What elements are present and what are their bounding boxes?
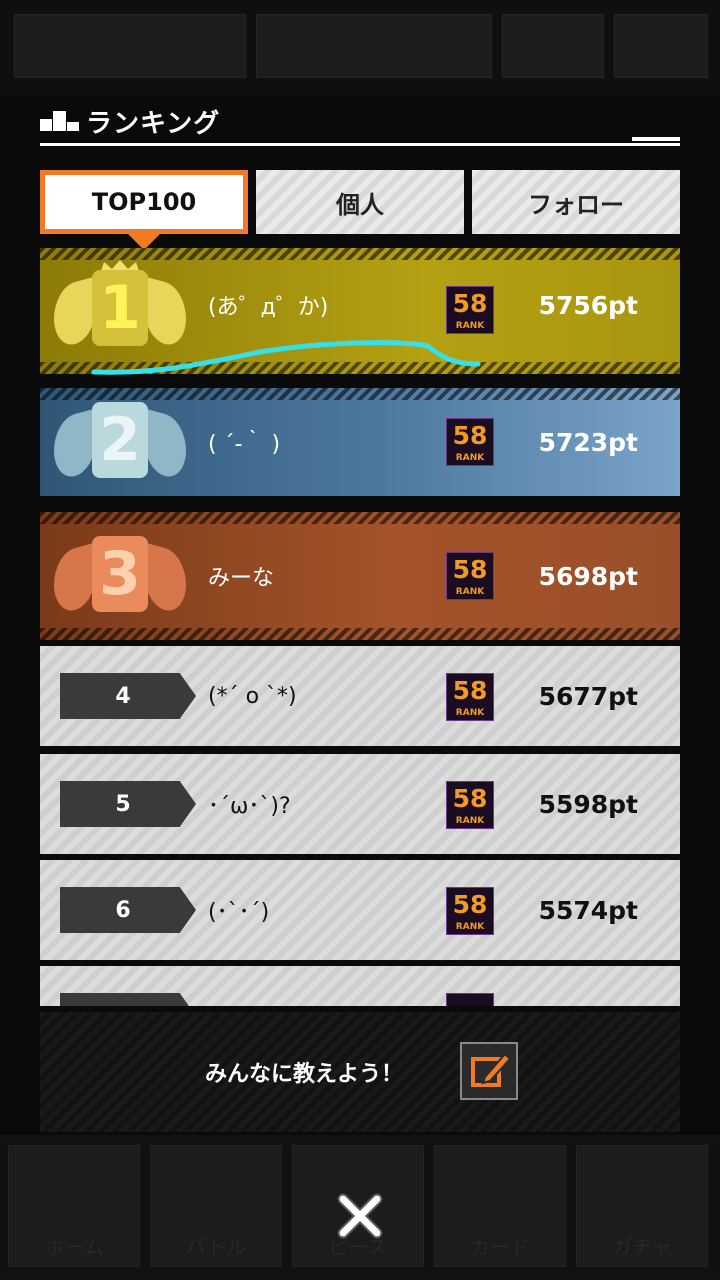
player-name: みーな (208, 566, 275, 591)
bg-status-block (14, 14, 246, 78)
player-points: 5598pt (538, 789, 638, 819)
bg-nav-item: バトル (150, 1145, 282, 1267)
player-rank-badge: 58 RANK (446, 418, 494, 466)
player-name: (･`･´) (208, 900, 270, 925)
background-header (0, 0, 720, 95)
rank-number: 1 (92, 270, 148, 346)
bg-nav-item: ホーム (8, 1145, 140, 1267)
bg-menu-button (614, 14, 708, 78)
bg-status-block (502, 14, 604, 78)
close-icon (337, 1193, 383, 1239)
gold-medal-icon: 1 (50, 260, 190, 360)
tab-personal[interactable]: 個人 (256, 170, 464, 234)
rank-number: 4 (60, 673, 196, 719)
ranking-row-7[interactable] (40, 966, 680, 1006)
bg-nav-item: カード (434, 1145, 566, 1267)
podium-icon (40, 111, 80, 131)
player-rank-badge: 58 RANK (446, 286, 494, 334)
player-name: ･´ω･`)? (208, 794, 291, 819)
bg-nav-label: ホーム (44, 1235, 104, 1259)
ranking-row-3[interactable]: 3 みーな 58 RANK 5698pt (40, 512, 680, 640)
silver-medal-icon: 2 (50, 392, 190, 492)
ranking-row-5[interactable]: 5 ･´ω･`)? 58 RANK 5598pt (40, 754, 680, 854)
player-points: 5723pt (538, 427, 638, 457)
title-divider-accent (632, 137, 680, 141)
rank-number: 3 (92, 536, 148, 612)
page-title: ランキング (86, 108, 221, 139)
tab-top100[interactable]: TOP100 (40, 170, 248, 234)
player-rank-badge: 58 RANK (446, 781, 494, 829)
player-rank-badge (446, 993, 494, 1006)
player-name: ( ´-｀ ) (208, 432, 281, 457)
edit-icon (471, 1052, 512, 1087)
share-bar: みんなに教えよう！ (40, 1012, 680, 1132)
ranking-row-1[interactable]: 1 (あ゜д゜か) 58 RANK 5756pt (40, 248, 680, 374)
player-points: 5756pt (538, 290, 638, 320)
rank-number: 5 (60, 781, 196, 827)
player-name: (あ゜д゜か) (208, 295, 329, 320)
share-label: みんなに教えよう！ (205, 1062, 404, 1087)
player-rank-badge: 58 RANK (446, 673, 494, 721)
bg-status-block (256, 14, 492, 78)
share-button[interactable] (460, 1042, 518, 1100)
bronze-medal-icon: 3 (50, 526, 190, 626)
tab-follow[interactable]: フォロー (472, 170, 680, 234)
bg-nav-item: ガチャ (576, 1145, 708, 1267)
bg-nav-label: ガチャ (612, 1235, 672, 1259)
title-divider (40, 143, 680, 146)
player-points: 5677pt (538, 681, 638, 711)
player-rank-badge: 58 RANK (446, 552, 494, 600)
rank-number (60, 993, 196, 1006)
ranking-row-6[interactable]: 6 (･`･´) 58 RANK 5574pt (40, 860, 680, 960)
close-button[interactable] (332, 1188, 388, 1244)
ranking-header: ランキング (40, 105, 221, 139)
ranking-row-4[interactable]: 4 (*´ o `*) 58 RANK 5677pt (40, 646, 680, 746)
player-rank-badge: 58 RANK (446, 887, 494, 935)
player-points: 5698pt (538, 561, 638, 591)
bg-nav-label: バトル (185, 1235, 247, 1259)
ranking-list[interactable]: 1 (あ゜д゜か) 58 RANK 5756pt 2 ( ´-｀ ) 58 RA… (40, 248, 680, 1006)
rank-number: 6 (60, 887, 196, 933)
ranking-row-2[interactable]: 2 ( ´-｀ ) 58 RANK 5723pt (40, 388, 680, 496)
player-points: 5574pt (538, 895, 638, 925)
rank-number: 2 (92, 402, 148, 478)
bg-nav-label: カード (470, 1235, 530, 1259)
player-name: (*´ o `*) (208, 683, 297, 709)
